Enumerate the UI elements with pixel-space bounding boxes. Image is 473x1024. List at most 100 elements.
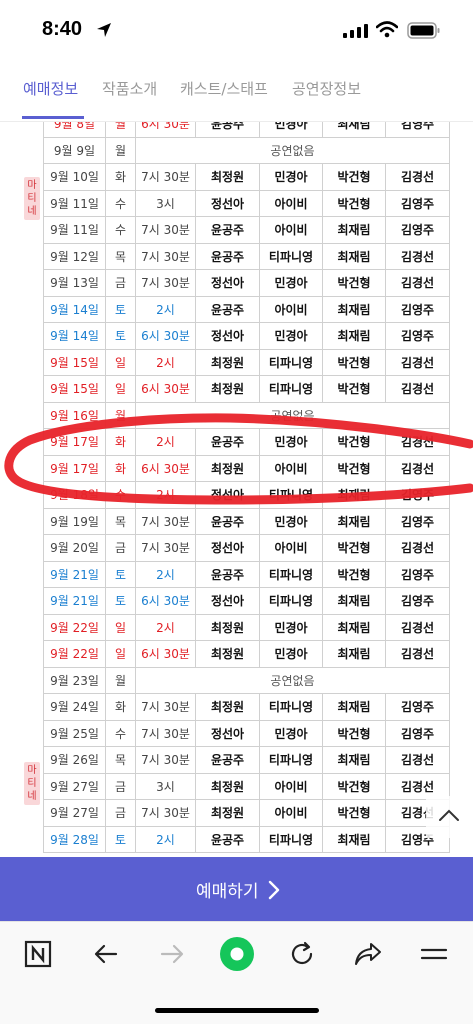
schedule-date: 9월 12일 <box>43 243 106 270</box>
no-performance-label: 공연없음 <box>136 402 450 429</box>
schedule-time: 2시 <box>136 614 196 641</box>
schedule-date: 9월 10일 <box>43 164 106 191</box>
schedule-day: 화 <box>106 455 136 482</box>
share-icon[interactable] <box>353 940 383 968</box>
cast-name: 최재림 <box>323 243 386 270</box>
cast-name: 민경아 <box>260 508 323 535</box>
schedule-time: 2시 <box>136 826 196 853</box>
tab-venue-info[interactable]: 공연장정보 <box>292 78 361 99</box>
cast-name: 최정원 <box>196 641 260 668</box>
schedule-date: 9월 14일 <box>43 323 106 350</box>
cast-name: 민경아 <box>260 270 323 297</box>
schedule-time: 2시 <box>136 296 196 323</box>
schedule-time: 6시 30분 <box>136 323 196 350</box>
cast-name: 민경아 <box>260 164 323 191</box>
book-button[interactable]: 예매하기 <box>0 857 473 921</box>
schedule-time: 7시 30분 <box>136 243 196 270</box>
cast-name: 윤공주 <box>196 243 260 270</box>
cast-name: 최재림 <box>323 122 386 138</box>
schedule-time: 6시 30분 <box>136 376 196 403</box>
schedule-day: 금 <box>106 800 136 827</box>
cast-name: 티파니영 <box>260 588 323 615</box>
tab-cast-staff[interactable]: 캐스트/스태프 <box>180 78 268 99</box>
cast-name: 최정원 <box>196 349 260 376</box>
schedule-day: 화 <box>106 694 136 721</box>
schedule-date: 9월 23일 <box>43 667 106 694</box>
cast-name: 김경선 <box>386 429 450 456</box>
cast-name: 아이비 <box>260 455 323 482</box>
refresh-icon[interactable] <box>288 940 316 968</box>
cast-name: 김경선 <box>386 641 450 668</box>
schedule-date: 9월 19일 <box>43 508 106 535</box>
cast-name: 김영주 <box>386 122 450 138</box>
menu-icon[interactable] <box>420 940 448 968</box>
cast-name: 박건형 <box>323 349 386 376</box>
cast-name: 티파니영 <box>260 561 323 588</box>
schedule-time: 7시 30분 <box>136 720 196 747</box>
schedule-date: 9월 15일 <box>43 349 106 376</box>
schedule-date: 9월 13일 <box>43 270 106 297</box>
tab-work-intro[interactable]: 작품소개 <box>102 78 157 99</box>
schedule-day: 일 <box>106 376 136 403</box>
cast-name: 티파니영 <box>260 349 323 376</box>
cast-name: 김경선 <box>386 164 450 191</box>
cast-name: 박건형 <box>323 190 386 217</box>
cast-name: 김영주 <box>386 296 450 323</box>
scroll-to-top-button[interactable] <box>426 796 472 838</box>
cast-name: 최재림 <box>323 747 386 774</box>
schedule-time: 3시 <box>136 773 196 800</box>
schedule-day: 금 <box>106 270 136 297</box>
forward-arrow-icon[interactable] <box>158 940 186 968</box>
cast-name: 김영주 <box>386 561 450 588</box>
schedule-day: 토 <box>106 826 136 853</box>
cast-name: 박건형 <box>323 535 386 562</box>
cast-name: 최재림 <box>323 641 386 668</box>
schedule-table[interactable]: 9월 8일 월 6시 30분 윤공주 민경아 최재림 김영주 9월 9일 월 공연없음 9월 10일… <box>0 122 473 857</box>
schedule-day: 일 <box>106 641 136 668</box>
matinee-badge: 마티네 <box>24 177 40 220</box>
cast-name: 최재림 <box>323 323 386 350</box>
naver-n-icon[interactable] <box>24 940 52 968</box>
battery-icon <box>407 22 440 39</box>
schedule-time: 7시 30분 <box>136 164 196 191</box>
schedule-day: 금 <box>106 535 136 562</box>
schedule-date: 9월 28일 <box>43 826 106 853</box>
wifi-icon <box>376 21 398 38</box>
green-dot-icon[interactable] <box>219 936 255 972</box>
cast-name: 최정원 <box>196 614 260 641</box>
back-arrow-icon[interactable] <box>92 940 120 968</box>
cast-name: 최재림 <box>323 614 386 641</box>
cast-name: 티파니영 <box>260 694 323 721</box>
schedule-day: 토 <box>106 588 136 615</box>
cast-name: 최재림 <box>323 508 386 535</box>
cast-name: 김영주 <box>386 720 450 747</box>
cast-name: 박건형 <box>323 376 386 403</box>
cast-name: 아이비 <box>260 190 323 217</box>
cast-name: 민경아 <box>260 614 323 641</box>
cast-name: 윤공주 <box>196 296 260 323</box>
cast-name: 김경선 <box>386 535 450 562</box>
chevron-up-icon <box>439 809 459 821</box>
cast-name: 윤공주 <box>196 561 260 588</box>
schedule-day: 토 <box>106 296 136 323</box>
schedule-date: 9월 24일 <box>43 694 106 721</box>
cast-name: 박건형 <box>323 429 386 456</box>
schedule-date: 9월 18일 <box>43 482 106 509</box>
cast-name: 김영주 <box>386 482 450 509</box>
cast-name: 정선아 <box>196 588 260 615</box>
schedule-time: 6시 30분 <box>136 455 196 482</box>
tab-booking-info[interactable]: 예매정보 <box>23 78 78 99</box>
cast-name: 최재림 <box>323 482 386 509</box>
cast-name: 김경선 <box>386 243 450 270</box>
schedule-time: 6시 30분 <box>136 122 196 138</box>
schedule-date: 9월 16일 <box>43 402 106 429</box>
book-button-label: 예매하기 <box>196 882 259 902</box>
schedule-date: 9월 11일 <box>43 217 106 244</box>
schedule-date: 9월 14일 <box>43 296 106 323</box>
matinee-badge: 마티네 <box>24 762 40 805</box>
tab-bar: 예매정보 작품소개 캐스트/스태프 공연장정보 <box>0 60 473 122</box>
location-arrow-icon <box>97 23 111 37</box>
cast-name: 윤공주 <box>196 826 260 853</box>
schedule-date: 9월 11일 <box>43 190 106 217</box>
schedule-day: 월 <box>106 667 136 694</box>
